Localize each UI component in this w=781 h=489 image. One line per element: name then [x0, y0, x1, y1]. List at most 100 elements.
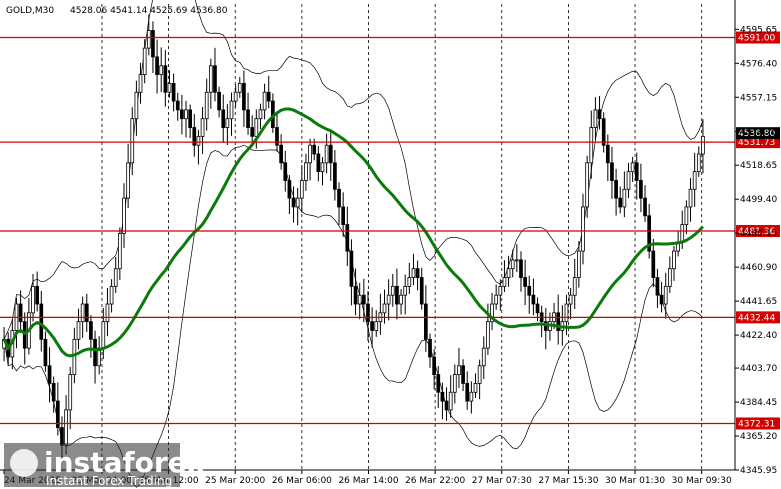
y-tick-label: 4422.40	[740, 331, 777, 341]
candle-body	[237, 83, 242, 93]
candle-body	[167, 83, 172, 93]
candle-body	[668, 268, 672, 287]
candle-body	[250, 127, 255, 137]
candle-body	[295, 197, 300, 208]
x-tick-label: 26 Mar 06:00	[272, 476, 332, 486]
candle-body	[39, 303, 44, 340]
candle-body	[581, 206, 585, 252]
candle-body	[225, 118, 230, 128]
candle-body	[122, 197, 126, 234]
chart-svg: 4591.004531.734481.364432.444372.314536.…	[0, 0, 781, 489]
candle-body	[498, 285, 503, 296]
candle-body	[514, 259, 519, 262]
candle-body	[440, 391, 445, 402]
candle-body	[101, 321, 106, 349]
y-tick-label: 4518.65	[740, 161, 777, 171]
candle-body	[688, 188, 693, 208]
candle-body	[386, 294, 391, 305]
candle-body	[415, 268, 420, 278]
candle-body	[399, 294, 403, 305]
candle-body	[134, 91, 139, 120]
chart-ohlc: 4528.06 4541.14 4525.69 4536.80	[70, 6, 228, 16]
candle-body	[481, 347, 486, 367]
candle-body	[639, 180, 643, 199]
candle-body	[680, 224, 685, 243]
candle-body	[93, 338, 97, 367]
y-tick-label: 4480.15	[740, 229, 777, 239]
candle-body	[208, 65, 213, 93]
candle-body	[610, 162, 614, 181]
candle-body	[457, 365, 461, 376]
candle-body	[589, 127, 594, 164]
candle-body	[242, 83, 246, 111]
candle-body	[701, 135, 705, 155]
y-tick-label: 4595.65	[740, 25, 777, 35]
candle-body	[196, 135, 201, 146]
x-tick-label: 30 Mar 09:30	[672, 476, 732, 486]
candle-body	[477, 365, 482, 384]
candle-body	[80, 303, 85, 323]
y-tick-label: 4537.75	[740, 128, 777, 138]
y-tick-label: 4460.90	[740, 263, 777, 273]
candle-body	[266, 91, 271, 102]
candle-body	[180, 109, 184, 120]
candle-body	[18, 303, 23, 323]
candle-body	[341, 206, 346, 226]
candle-body	[366, 303, 370, 323]
candle-body	[411, 268, 416, 278]
x-tick-label: 27 Mar 07:30	[472, 476, 532, 486]
candle-body	[585, 162, 589, 208]
candle-body	[299, 180, 304, 199]
candle-body	[403, 285, 408, 296]
candle-body	[312, 144, 317, 155]
candle-body	[461, 365, 465, 384]
candle-body	[634, 162, 639, 181]
candle-body	[213, 65, 217, 93]
candle-body	[308, 144, 312, 164]
candle-body	[626, 171, 631, 190]
candle-body	[432, 356, 436, 376]
candle-body	[357, 294, 362, 305]
candle-body	[630, 162, 635, 173]
candle-body	[333, 162, 337, 190]
x-tick-label: 25 Mar 20:00	[205, 476, 265, 486]
candle-body	[465, 383, 470, 402]
candle-body	[353, 285, 358, 305]
candle-body	[614, 180, 618, 199]
level-label: 4531.73	[738, 138, 775, 148]
candle-body	[175, 100, 180, 111]
y-tick-label: 4384.45	[740, 398, 777, 408]
candle-body	[419, 277, 424, 305]
candle-body	[43, 338, 48, 367]
candle-body	[572, 277, 577, 296]
candle-body	[452, 374, 457, 393]
candle-body	[349, 250, 354, 287]
candle-body	[146, 30, 151, 49]
candle-body	[279, 144, 283, 164]
candle-body	[72, 338, 77, 376]
candle-body	[171, 83, 176, 102]
candle-body	[597, 109, 602, 120]
candle-body	[328, 144, 333, 164]
candle-body	[506, 268, 511, 278]
candle-body	[395, 285, 399, 305]
candle-body	[651, 250, 656, 278]
candle-body	[316, 153, 321, 173]
candle-body	[531, 294, 536, 305]
candle-body	[469, 391, 474, 402]
chart-root: 4591.00 4531.73 4481.36 4432.44 4372.31 4536.…	[0, 0, 781, 489]
candle-body	[444, 400, 449, 411]
y-tick-label: 4557.15	[740, 93, 777, 103]
candle-body	[424, 303, 428, 340]
chart-symbol: GOLD,M30	[6, 6, 54, 16]
candle-body	[361, 294, 366, 305]
candle-body	[564, 303, 569, 323]
candle-body	[130, 118, 135, 164]
candle-body	[577, 250, 581, 278]
x-tick-label: 27 Mar 15:30	[538, 476, 598, 486]
candle-body	[60, 427, 64, 446]
candle-body	[370, 321, 374, 331]
candle-body	[655, 277, 660, 296]
candle-body	[155, 56, 159, 75]
candle-body	[51, 383, 56, 402]
